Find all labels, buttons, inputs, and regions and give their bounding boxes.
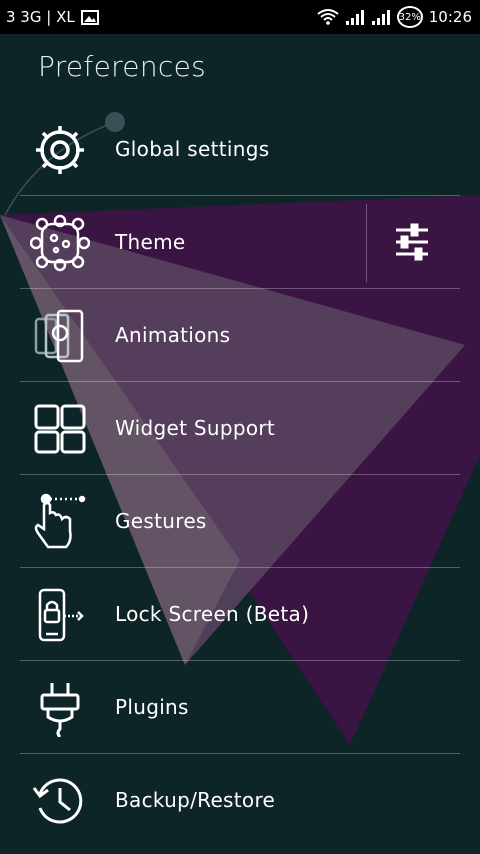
page-title: Preferences — [38, 50, 206, 83]
lock-screen-icon — [38, 588, 84, 642]
pref-item-label: Lock Screen (Beta) — [115, 602, 310, 626]
pref-item-label: Widget Support — [115, 416, 276, 440]
pref-item-label: Plugins — [115, 695, 189, 719]
status-bar: 3 3G | XL 32% 10:26 — [0, 0, 480, 34]
signal-icon — [371, 10, 390, 25]
pref-item-widget-support[interactable]: Widget Support — [0, 382, 480, 475]
gear-icon — [36, 126, 84, 174]
pref-item-label: Global settings — [115, 137, 270, 161]
animations-icon — [34, 309, 84, 363]
pref-item-label: Animations — [115, 323, 231, 347]
plug-icon — [40, 683, 80, 737]
pref-item-theme[interactable]: Theme — [0, 196, 480, 289]
pref-item-animations[interactable]: Animations — [0, 289, 480, 382]
clock: 10:26 — [428, 8, 472, 26]
gallery-icon — [80, 9, 99, 25]
wifi-icon — [317, 9, 339, 25]
pref-item-label: Backup/Restore — [115, 788, 276, 812]
sliders-icon[interactable] — [388, 218, 436, 266]
pref-item-backup-restore[interactable]: Backup/Restore — [0, 754, 480, 847]
carrier-text: 3 3G | XL — [6, 8, 75, 26]
vertical-divider — [366, 204, 367, 282]
signal-icon — [345, 10, 364, 25]
widget-icon — [34, 404, 86, 454]
pref-item-lock-screen[interactable]: Lock Screen (Beta) — [0, 568, 480, 661]
pref-item-label: Theme — [115, 230, 186, 254]
theme-icon — [30, 214, 90, 272]
preferences-list: Global settings Theme Animations Widget … — [0, 103, 480, 847]
pref-item-label: Gestures — [115, 509, 207, 533]
pref-item-plugins[interactable]: Plugins — [0, 661, 480, 754]
backup-icon — [32, 778, 83, 824]
battery-level: 32% — [398, 11, 421, 23]
gesture-icon — [34, 493, 86, 549]
pref-item-gestures[interactable]: Gestures — [0, 475, 480, 568]
battery-icon: 32% — [396, 6, 423, 28]
pref-item-global-settings[interactable]: Global settings — [0, 103, 480, 196]
